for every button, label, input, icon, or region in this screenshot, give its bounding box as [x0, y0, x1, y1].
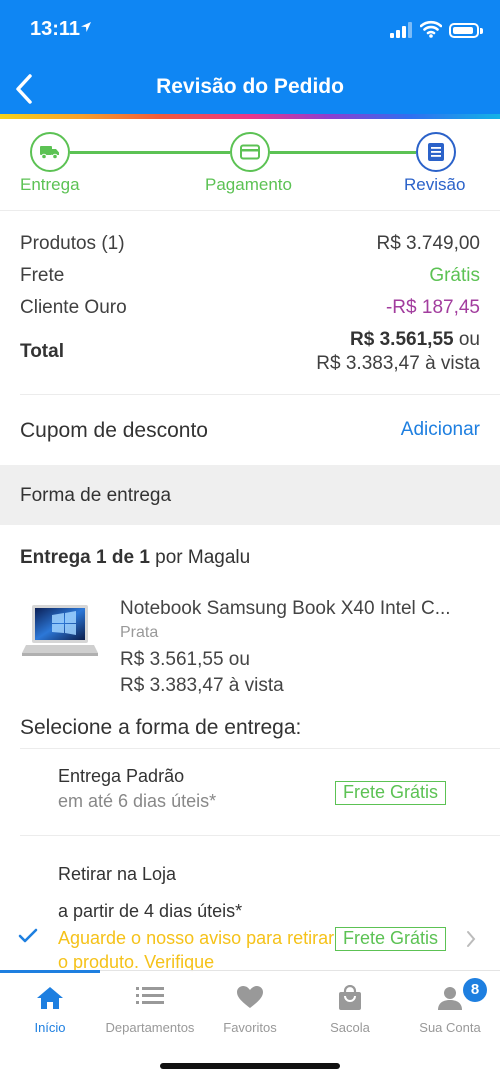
- step-label-revisao: Revisão: [404, 175, 466, 194]
- step-label-entrega: Entrega: [20, 175, 80, 194]
- coupon-label: Cupom de desconto: [20, 419, 208, 442]
- tab-label: Início: [34, 1020, 66, 1035]
- product-price: R$ 3.561,55 ou: [120, 649, 250, 670]
- shipping-select-title: Selecione a forma de entrega:: [20, 716, 302, 739]
- tab-label: Favoritos: [223, 1020, 277, 1035]
- home-icon: [37, 987, 63, 1009]
- product-name: Notebook Samsung Book X40 Intel C...: [120, 598, 451, 619]
- step-pagamento[interactable]: [230, 132, 270, 172]
- battery-icon: [449, 23, 483, 38]
- products-value: R$ 3.749,00: [376, 233, 480, 254]
- status-bar: 13:11: [0, 0, 500, 60]
- free-shipping-badge: Frete Grátis: [335, 781, 447, 805]
- option-subtitle: em até 6 dias úteis*: [58, 791, 217, 811]
- gold-discount: -R$ 187,45: [385, 297, 480, 318]
- card-icon: [240, 144, 260, 160]
- delivery-section-header: Forma de entrega: [0, 465, 500, 525]
- product-color: Prata: [120, 624, 159, 641]
- chevron-right-icon[interactable]: [465, 929, 477, 949]
- step-connector: [70, 151, 230, 154]
- pickup-warning: Aguarde o nosso aviso para retirar o pro…: [58, 928, 335, 972]
- delivery-seller: por Magalu: [149, 547, 251, 568]
- user-icon: [438, 987, 462, 1010]
- delivery-count: Entrega 1 de 1: [20, 547, 150, 568]
- step-label-pagamento: Pagamento: [205, 175, 292, 194]
- tab-favoritos[interactable]: Favoritos: [200, 971, 300, 1041]
- bag-icon: [339, 985, 361, 1010]
- step-connector: [270, 151, 416, 154]
- delivery-heading: Entrega 1 de 1 por Magalu: [20, 547, 250, 569]
- tab-sacola[interactable]: Sacola: [300, 971, 400, 1041]
- tab-label: Sacola: [330, 1020, 370, 1035]
- divider: [20, 835, 500, 836]
- tab-label: Sua Conta: [419, 1020, 481, 1035]
- wifi-icon: [420, 20, 442, 38]
- tab-departamentos[interactable]: Departamentos: [100, 971, 200, 1041]
- freight-value: Grátis: [429, 265, 480, 286]
- delivery-section-title: Forma de entrega: [20, 485, 172, 506]
- product-image: [22, 605, 98, 656]
- tab-sua-conta[interactable]: Sua Conta: [400, 971, 500, 1041]
- page-title: Revisão do Pedido: [156, 75, 344, 98]
- menu-icon: [136, 987, 164, 1004]
- total-value: R$ 3.561,55: [350, 329, 454, 350]
- step-entrega[interactable]: [30, 132, 70, 172]
- option-subtitle: a partir de 4 dias úteis*: [58, 901, 243, 921]
- heart-icon: [237, 986, 263, 1008]
- notification-badge: 8: [463, 978, 487, 1002]
- app-header: 13:11 Revisão do Pedido: [0, 0, 500, 114]
- option-title: Entrega Padrão: [58, 766, 185, 786]
- total-line: R$ 3.561,55 ou: [350, 329, 480, 351]
- tab-label: Departamentos: [105, 1020, 195, 1035]
- products-label: Produtos (1): [20, 233, 125, 254]
- tab-progress-indicator: [0, 970, 100, 973]
- total-cash: R$ 3.383,47 à vista: [316, 353, 480, 374]
- divider: [20, 748, 500, 749]
- signal-icon: [390, 22, 412, 38]
- truck-icon: [40, 146, 59, 160]
- freight-label: Frete: [20, 265, 65, 286]
- checkout-stepper: Entrega Pagamento Revisão: [0, 119, 500, 211]
- coupon-add-button[interactable]: Adicionar: [401, 419, 480, 441]
- summary-total: Total R$ 3.561,55 ou R$ 3.383,47 à vista: [20, 329, 480, 379]
- total-or: ou: [458, 329, 480, 350]
- location-arrow-icon: [81, 22, 91, 32]
- home-indicator: [160, 1063, 340, 1069]
- total-label: Total: [20, 341, 64, 362]
- free-shipping-badge: Frete Grátis: [335, 927, 447, 951]
- step-revisao[interactable]: [416, 132, 456, 172]
- list-icon: [428, 143, 444, 161]
- option-title: Retirar na Loja: [58, 864, 177, 884]
- divider: [20, 394, 500, 395]
- product-price-cash: R$ 3.383,47 à vista: [120, 675, 284, 696]
- tab-inicio[interactable]: Início: [0, 971, 100, 1041]
- checkmark-icon: [18, 928, 38, 943]
- status-time: 13:11: [30, 18, 81, 40]
- gold-label: Cliente Ouro: [20, 297, 127, 318]
